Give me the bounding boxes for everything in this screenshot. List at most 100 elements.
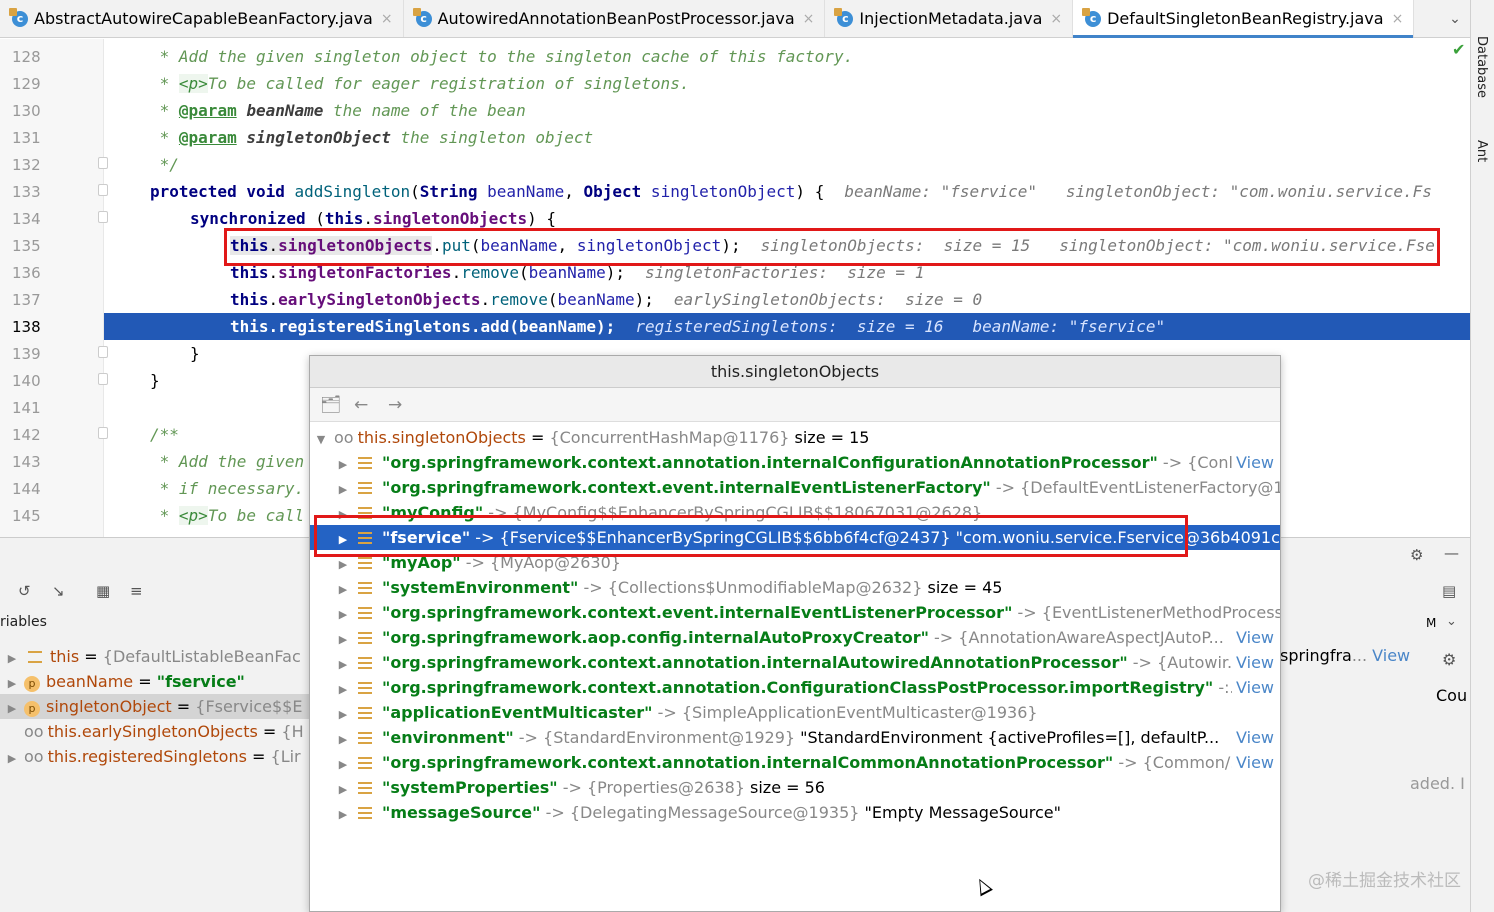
code-line-139[interactable]: } [190,340,200,367]
tab-injection-metadata[interactable]: c InjectionMetadata.java × [825,0,1074,37]
forward-arrow-icon[interactable]: → [388,395,402,415]
code-line-142[interactable]: /** [150,421,179,448]
entry-icon [358,707,372,719]
expand-arrow-icon[interactable]: ▶ [330,577,356,600]
tab-label: DefaultSingletonBeanRegistry.java [1107,9,1384,28]
entry-icon [358,482,372,494]
expand-arrow-icon[interactable]: ▶ [0,696,24,719]
expand-arrow-icon[interactable]: ▶ [330,727,356,750]
map-entry-row[interactable]: ▶ "applicationEventMulticaster" -> {Simpl… [310,700,1280,725]
collapse-arrow-icon[interactable]: ▼ [310,427,334,450]
map-entry-row[interactable]: ▶ "org.springframework.context.annotation… [310,450,1280,475]
entry-icon [358,632,372,644]
field-icon [28,651,42,663]
chevron-down-icon[interactable]: ⌄ [1446,614,1457,629]
close-icon[interactable]: × [1050,11,1062,27]
expand-arrow-icon[interactable]: ▶ [330,777,356,800]
expand-arrow-icon[interactable]: ▶ [330,802,356,825]
fold-marker-icon[interactable] [98,184,108,196]
view-link[interactable]: View [1232,725,1274,750]
popup-toolbar: 🗂 ← → [310,388,1280,422]
code-line-133[interactable]: protected void addSingleton(String beanN… [150,178,1468,205]
line-number: 136 [12,264,41,282]
expand-arrow-icon[interactable]: ▶ [330,752,356,775]
code-line-132[interactable]: */ [150,151,179,178]
code-line-143[interactable]: * Add the given [150,448,305,475]
expand-arrow-icon[interactable]: ▶ [330,627,356,650]
map-entry-row[interactable]: ▶ "systemEnvironment" -> {Collections$Unm… [310,575,1280,600]
code-line-140[interactable]: } [150,367,160,394]
fold-marker-icon[interactable] [98,211,108,223]
view-link[interactable]: View [1232,625,1274,650]
step-icon[interactable]: ↘ [52,582,65,600]
restore-frame-icon[interactable]: ↺ [18,582,31,600]
map-entry-row[interactable]: ▶ "org.springframework.context.event.inte… [310,475,1280,500]
variable-row[interactable]: ▶ p singletonObject = {Fservice$$E [0,694,310,719]
map-entry-row[interactable]: ▶ "environment" -> {StandardEnvironment@1… [310,725,1280,750]
line-number: 130 [12,102,41,120]
frames-fragment: springfra... View [1280,646,1411,665]
code-line-128[interactable]: * Add the given singleton object to the … [150,43,854,70]
line-number: 143 [12,453,41,471]
view-link[interactable]: View [1232,750,1274,775]
watch-icon: oo [24,747,44,766]
variable-row[interactable]: ▶ this = {DefaultListableBeanFac [0,644,310,669]
entry-icon [358,657,372,669]
entry-icon [358,582,372,594]
map-entry-row[interactable]: ▶ "messageSource" -> {DelegatingMessageSo… [310,800,1280,825]
fold-marker-icon[interactable] [98,346,108,358]
expand-arrow-icon[interactable]: ▶ [330,477,356,500]
code-line-137[interactable]: this.earlySingletonObjects.remove(beanNa… [230,286,982,313]
map-entry-row[interactable]: ▶ "systemProperties" -> {Properties@2638}… [310,775,1280,800]
tab-autowired-annotation[interactable]: c AutowiredAnnotationBeanPostProcessor.j… [404,0,826,37]
view-link[interactable]: View [1232,650,1274,675]
gear-icon[interactable]: ⚙ [1410,546,1423,564]
variable-row[interactable]: oo this.earlySingletonObjects = {H [0,719,310,744]
map-entry-row[interactable]: ▶ "org.springframework.context.annotation… [310,750,1280,775]
expand-arrow-icon[interactable]: ▶ [330,452,356,475]
fold-marker-icon[interactable] [98,373,108,385]
chevron-down-icon[interactable]: ⌄ [1440,0,1470,37]
layout-icon[interactable]: ▤ [1442,582,1456,600]
fold-marker-icon[interactable] [98,157,108,169]
back-arrow-icon[interactable]: ← [354,395,368,415]
ant-tool-tab[interactable]: Ant [1474,140,1489,162]
map-entry-row[interactable]: ▶ "org.springframework.context.event.inte… [310,600,1280,625]
list-icon[interactable]: ≡ [130,582,143,600]
expand-arrow-icon[interactable]: ▶ [330,702,356,725]
close-icon[interactable]: × [803,11,815,27]
log-fragment: aded. I [1410,774,1465,793]
view-link[interactable]: View [1232,450,1274,475]
code-line-138[interactable]: this.registeredSingletons.add(beanName);… [230,313,1165,340]
code-line-145[interactable]: * <p>To be call [150,502,304,529]
table-icon[interactable]: ▦ [96,582,110,600]
expand-arrow-icon[interactable]: ▶ [330,602,356,625]
folder-icon[interactable]: 🗂 [320,395,342,415]
current-execution-line[interactable]: this.registeredSingletons.add(beanName);… [104,313,1470,340]
expand-arrow-icon[interactable]: ▶ [330,677,356,700]
map-entry-row[interactable]: ▶ "org.springframework.context.annotation… [310,650,1280,675]
variable-row[interactable]: ▶ oo this.registeredSingletons = {Lir [0,744,310,769]
close-icon[interactable]: × [1392,11,1404,27]
annotation-highlight-box [314,515,1188,557]
map-entry-row[interactable]: ▶ "org.springframework.aop.config.interna… [310,625,1280,650]
tree-root-row[interactable]: ▼ oo this.singletonObjects = {ConcurrentHa… [310,425,1280,450]
code-line-144[interactable]: * if necessary. [150,475,305,502]
tab-abstract-autowire[interactable]: c AbstractAutowireCapableBeanFactory.jav… [0,0,404,37]
expand-arrow-icon[interactable]: ▶ [0,646,24,669]
tab-default-singleton-registry[interactable]: c DefaultSingletonBeanRegistry.java × [1073,0,1415,38]
code-line-129[interactable]: * <p>To be called for eager registration… [150,70,689,97]
expand-arrow-icon[interactable]: ▶ [330,652,356,675]
variable-row[interactable]: ▶ p beanName = "fservice" [0,669,310,694]
expand-arrow-icon[interactable]: ▶ [0,746,24,769]
map-entry-row[interactable]: ▶ "org.springframework.context.annotation… [310,675,1280,700]
code-line-131[interactable]: * @param singletonObject the singleton o… [150,124,594,151]
minimize-icon[interactable]: — [1444,544,1459,562]
expand-arrow-icon[interactable]: ▶ [0,671,24,694]
code-line-130[interactable]: * @param beanName the name of the bean [150,97,526,124]
database-tool-tab[interactable]: Database [1474,36,1489,98]
close-icon[interactable]: × [381,11,393,27]
gear-icon[interactable]: ⚙ [1442,650,1456,669]
fold-marker-icon[interactable] [98,427,108,439]
view-link[interactable]: View [1232,675,1274,700]
